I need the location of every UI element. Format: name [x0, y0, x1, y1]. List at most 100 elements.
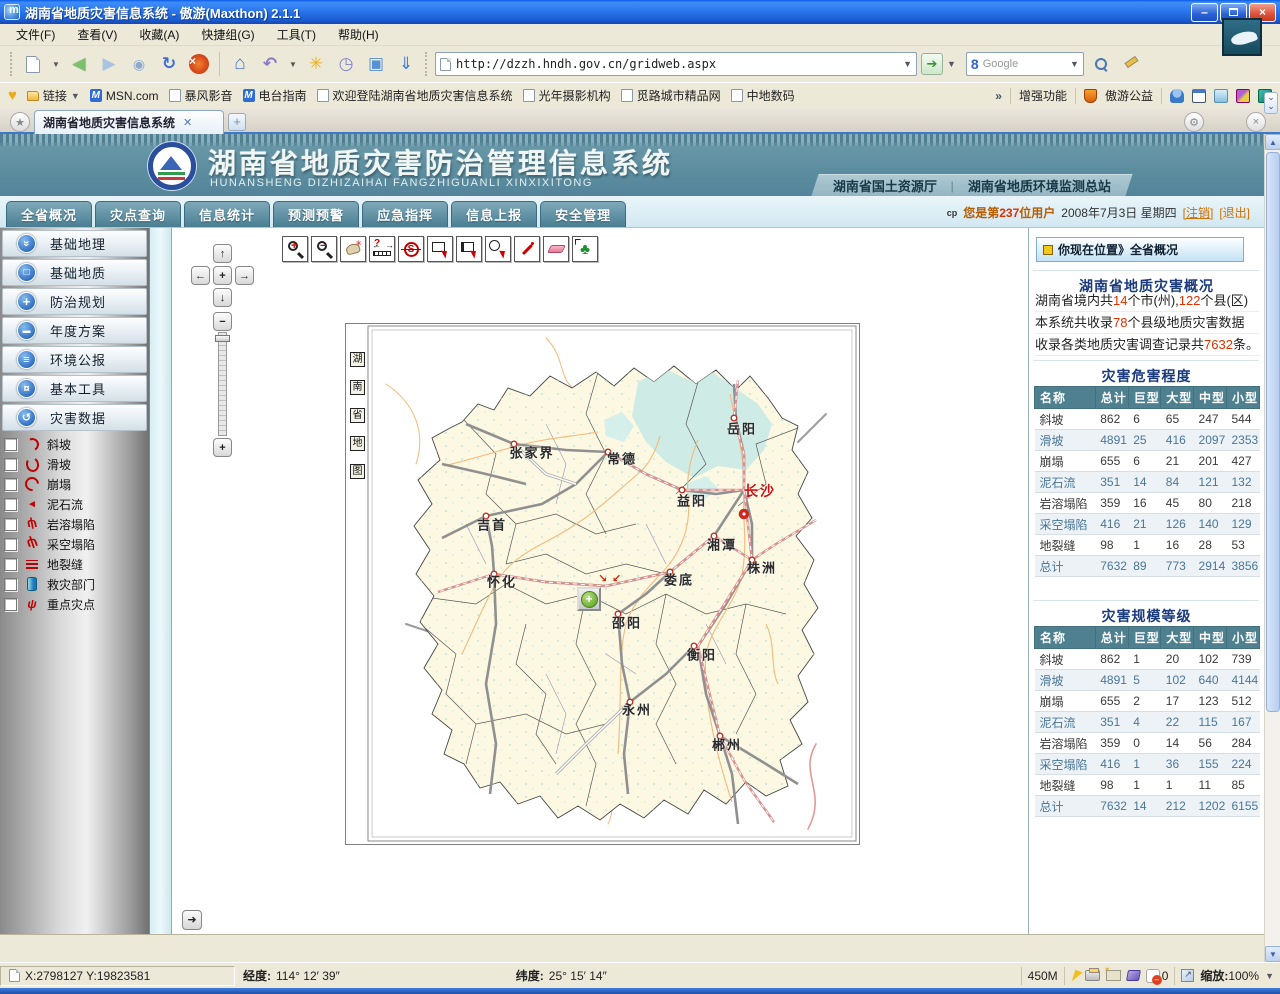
highlight-icon[interactable] — [1118, 51, 1144, 77]
layer-checkbox[interactable] — [4, 458, 17, 471]
sidebar-section-灾害数据[interactable]: 灾害数据 — [2, 404, 147, 431]
links-bar-item-3[interactable]: M电台指南 — [243, 87, 307, 104]
measure-distance-tool-icon[interactable]: ←→? — [369, 236, 395, 262]
link-geo-env-station[interactable]: 湖南省地质环境监测总站 — [968, 176, 1111, 195]
links-bar-item-4[interactable]: 欢迎登陆湖南省地质灾害信息系统 — [317, 87, 513, 104]
layer-row-崩塌[interactable]: 崩塌 — [0, 474, 149, 494]
sidebar-section-防治规划[interactable]: 防治规划 — [2, 288, 147, 315]
pan-left-button[interactable]: ← — [191, 266, 210, 285]
layer-row-救灾部门[interactable]: 救灾部门 — [0, 574, 149, 594]
full-extent-tool-icon[interactable]: ♣ — [572, 236, 598, 262]
nav-tab-全省概况[interactable]: 全省概况 — [6, 201, 92, 227]
link-land-resources-dept[interactable]: 湖南省国土资源厅 — [833, 176, 937, 195]
history-dropdown-icon[interactable]: ◉ — [126, 51, 152, 77]
scrollbar-thumb[interactable] — [1266, 152, 1280, 712]
layer-row-重点灾点[interactable]: 重点灾点 — [0, 594, 149, 614]
zoom-control[interactable]: 缩放:100% — [1200, 967, 1259, 984]
stop-icon[interactable]: × — [186, 51, 212, 77]
zoom-slider-handle[interactable] — [215, 335, 230, 342]
sidebar-section-基本工具[interactable]: 基本工具 — [2, 375, 147, 402]
layer-row-滑坡[interactable]: 滑坡 — [0, 454, 149, 474]
refresh-icon[interactable]: ↻ — [156, 51, 182, 77]
zoom-slider-track[interactable] — [218, 332, 227, 436]
go-button[interactable]: ➔ — [921, 53, 943, 75]
maxthon-charity-link[interactable]: 傲游公益 — [1105, 87, 1153, 104]
zoom-plus-button[interactable]: + — [213, 438, 232, 457]
menu-item-1[interactable]: 查看(V) — [67, 24, 127, 45]
ad-block-icon[interactable] — [1146, 969, 1160, 983]
zoom-minus-button[interactable]: − — [213, 312, 232, 331]
menu-item-0[interactable]: 文件(F) — [6, 24, 65, 45]
back-icon[interactable]: ◀ — [66, 51, 92, 77]
layer-row-泥石流[interactable]: 泥石流 — [0, 494, 149, 514]
layer-checkbox[interactable] — [4, 478, 17, 491]
favorites-star-icon[interactable]: ★ — [10, 112, 30, 132]
logout-link[interactable]: [注销] — [1183, 204, 1214, 221]
menu-item-3[interactable]: 快捷组(G) — [191, 24, 264, 45]
window-icon[interactable] — [1192, 89, 1206, 103]
layer-checkbox[interactable] — [4, 538, 17, 551]
links-overflow-icon[interactable]: » — [995, 89, 1002, 103]
layer-checkbox[interactable] — [4, 598, 17, 611]
links-bar-item-5[interactable]: 光年摄影机构 — [523, 87, 611, 104]
new-tab-icon[interactable] — [20, 51, 46, 77]
boost-bolt-icon[interactable] — [1067, 969, 1083, 982]
minimize-button[interactable]: – — [1191, 3, 1218, 22]
undo-icon[interactable]: ↶ — [257, 51, 283, 77]
maxthon-logo-icon[interactable] — [1222, 18, 1262, 56]
pan-center-button[interactable]: + — [213, 266, 232, 285]
pens-icon[interactable] — [1236, 89, 1250, 103]
panel-splitter[interactable] — [150, 228, 172, 934]
go-dropdown-icon[interactable]: ▼ — [947, 59, 956, 69]
nav-tab-安全管理[interactable]: 安全管理 — [540, 201, 626, 227]
exit-link[interactable]: [退出] — [1219, 204, 1250, 221]
collapse-sidebar-arrow-button[interactable]: ➜ — [182, 910, 202, 930]
nav-tab-灾点查询[interactable]: 灾点查询 — [95, 201, 181, 227]
draw-point-tool-icon[interactable] — [514, 236, 540, 262]
sidebar-section-年度方案[interactable]: 年度方案 — [2, 317, 147, 344]
links-bar-item-6[interactable]: 觅路城市精品网 — [621, 87, 721, 104]
search-input[interactable]: Google — [983, 58, 1066, 70]
user-icon[interactable] — [1170, 89, 1184, 103]
pan-right-button[interactable]: → — [235, 266, 254, 285]
nav-tab-信息上报[interactable]: 信息上报 — [451, 201, 537, 227]
address-bar[interactable]: http://dzzh.hndh.gov.cn/gridweb.aspx ▼ — [435, 52, 917, 76]
sidebar-section-环境公报[interactable]: 环境公报 — [2, 346, 147, 373]
forward-icon[interactable]: ▶ — [96, 51, 122, 77]
measure-scale-tool-icon[interactable]: S — [398, 236, 424, 262]
tab-active[interactable]: 湖南省地质灾害信息系统 ✕ — [34, 110, 224, 134]
page-scrollbar[interactable]: ▲ ▼ — [1264, 134, 1280, 962]
links-bar-item-7[interactable]: 中地数码 — [731, 87, 795, 104]
scroll-up-icon[interactable]: ▲ — [1265, 134, 1280, 150]
search-engine-dropdown-icon[interactable]: ▼ — [1070, 59, 1079, 69]
new-tab-button[interactable]: + — [228, 113, 246, 131]
notes-book-icon[interactable] — [1126, 970, 1141, 981]
eraser-tool-icon[interactable] — [543, 236, 569, 262]
nav-tab-应急指挥[interactable]: 应急指挥 — [362, 201, 448, 227]
tab-closeall-icon[interactable]: × — [1246, 112, 1266, 132]
map-add-point-button[interactable] — [577, 587, 601, 611]
pan-up-button[interactable]: ↑ — [213, 244, 232, 263]
links-bar-item-2[interactable]: 暴风影音 — [169, 87, 233, 104]
layer-row-采空塌陷[interactable]: 采空塌陷 — [0, 534, 149, 554]
layer-checkbox[interactable] — [4, 438, 17, 451]
popup-blocker-icon[interactable] — [1106, 970, 1121, 981]
nav-tab-信息统计[interactable]: 信息统计 — [184, 201, 270, 227]
menu-item-2[interactable]: 收藏(A) — [129, 24, 189, 45]
links-bar-item-0[interactable]: 链接▼ — [27, 87, 80, 104]
home-icon[interactable]: ⌂ — [227, 51, 253, 77]
magic-fill-icon[interactable]: ✳ — [303, 51, 329, 77]
menu-item-5[interactable]: 帮助(H) — [328, 24, 389, 45]
favorites-heart-icon[interactable]: ♥ — [8, 87, 17, 104]
layer-checkbox[interactable] — [4, 518, 17, 531]
undo-dropdown[interactable]: ▼ — [287, 51, 299, 77]
sidebar-section-基础地理[interactable]: 基础地理 — [2, 230, 147, 257]
menu-item-4[interactable]: 工具(T) — [267, 24, 326, 45]
select-rect-tool-icon[interactable] — [427, 236, 453, 262]
download-icon[interactable]: ⇓ — [393, 51, 419, 77]
zoom-dropdown-icon[interactable]: ▼ — [1265, 971, 1274, 981]
layer-checkbox[interactable] — [4, 498, 17, 511]
address-dropdown-icon[interactable]: ▼ — [903, 59, 912, 69]
notes-icon[interactable] — [1214, 89, 1228, 103]
links-bar-item-1[interactable]: MMSN.com — [90, 89, 159, 103]
